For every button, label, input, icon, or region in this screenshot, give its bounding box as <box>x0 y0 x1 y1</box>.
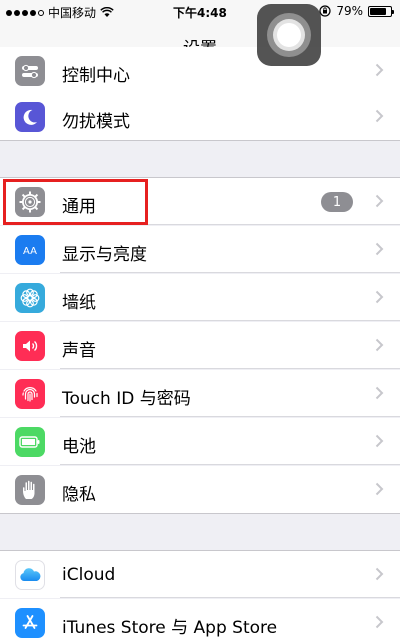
settings-row-display-brightness[interactable]: AA 显示与亮度 <box>0 226 400 273</box>
battery-percent: 79% <box>336 4 363 18</box>
settings-row-itunes-app-store[interactable]: iTunes Store 与 App Store <box>0 599 400 641</box>
settings-row-label: 勿扰模式 <box>62 112 130 132</box>
settings-row-label: 控制中心 <box>62 66 130 86</box>
wifi-icon <box>100 7 114 17</box>
icon-glyph: AA <box>23 245 37 257</box>
flower-icon <box>15 283 45 313</box>
settings-row-label: Touch ID 与密码 <box>62 389 191 409</box>
settings-row-battery[interactable]: 电池 <box>0 418 400 465</box>
hand-icon <box>15 475 45 505</box>
annotation-highlight-box <box>3 179 148 225</box>
chevron-right-icon <box>375 615 384 629</box>
moon-icon <box>15 102 45 132</box>
settings-screen: 中国移动 下午4:48 79% 设置 控制中心 <box>0 0 400 641</box>
settings-row-privacy[interactable]: 隐私 <box>0 466 400 513</box>
rotation-lock-icon <box>319 5 331 17</box>
settings-row-label: 声音 <box>62 341 96 361</box>
chevron-right-icon <box>375 242 384 256</box>
clock: 下午4:48 <box>173 6 227 20</box>
signal-strength-icon <box>6 9 44 16</box>
chevron-right-icon <box>375 386 384 400</box>
app-store-icon <box>15 608 45 638</box>
chevron-right-icon <box>375 434 384 448</box>
chevron-right-icon <box>375 567 384 581</box>
text-size-icon: AA <box>15 235 45 265</box>
settings-row-label: 墙纸 <box>62 293 96 313</box>
carrier-label: 中国移动 <box>48 6 97 20</box>
divider <box>0 140 400 141</box>
status-right: 79% <box>319 4 394 18</box>
chevron-right-icon <box>375 338 384 352</box>
cloud-icon <box>15 560 45 590</box>
fingerprint-icon <box>15 379 45 409</box>
settings-row-touch-id[interactable]: Touch ID 与密码 <box>0 370 400 417</box>
settings-row-label: 隐私 <box>62 485 96 505</box>
chevron-right-icon <box>375 63 384 77</box>
settings-row-sounds[interactable]: 声音 <box>0 322 400 369</box>
divider <box>0 513 400 514</box>
assistive-touch-button[interactable] <box>257 4 321 66</box>
status-bar: 中国移动 下午4:48 79% <box>0 0 400 22</box>
speaker-icon <box>15 331 45 361</box>
settings-row-label: 电池 <box>62 437 96 457</box>
settings-row-icloud[interactable]: iCloud <box>0 551 400 598</box>
settings-row-control-center[interactable]: 控制中心 <box>0 47 400 94</box>
settings-row-label: 显示与亮度 <box>62 245 147 265</box>
control-center-icon <box>15 56 45 86</box>
battery-icon <box>15 427 45 457</box>
chevron-right-icon <box>375 290 384 304</box>
chevron-right-icon <box>375 109 384 123</box>
settings-row-label: iCloud <box>62 565 116 585</box>
chevron-right-icon <box>375 194 384 208</box>
settings-row-label: iTunes Store 与 App Store <box>62 618 278 638</box>
settings-row-wallpaper[interactable]: 墙纸 <box>0 274 400 321</box>
settings-row-do-not-disturb[interactable]: 勿扰模式 <box>0 93 400 140</box>
update-count-badge: 1 <box>321 192 353 212</box>
carrier-group: 中国移动 <box>6 4 114 21</box>
battery-level-icon <box>368 5 394 17</box>
chevron-right-icon <box>375 482 384 496</box>
